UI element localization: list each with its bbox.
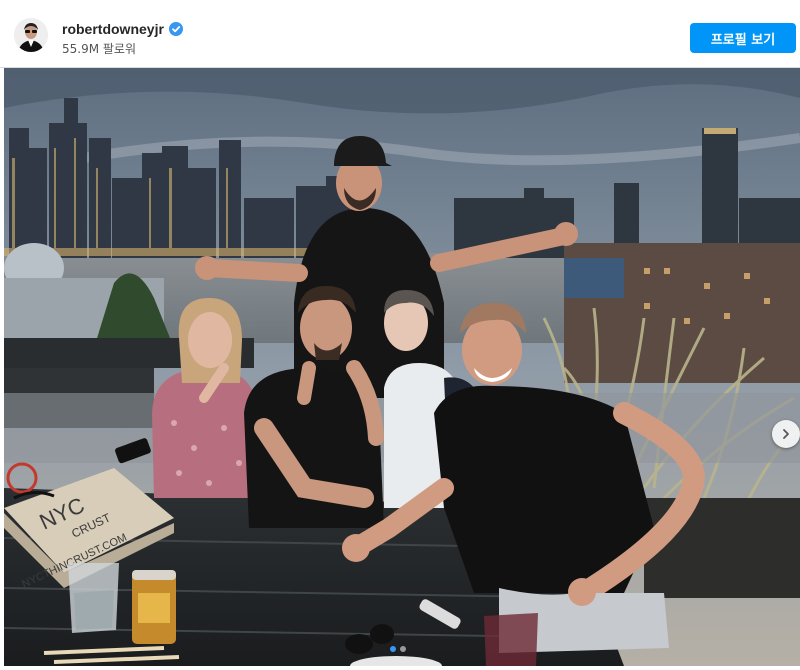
carousel-dot: [400, 646, 406, 652]
username-row: robertdowneyjr: [62, 21, 183, 37]
verified-badge-icon: [168, 22, 183, 36]
carousel-next-button[interactable]: [772, 420, 800, 448]
follower-count: 55.9M 팔로워: [62, 42, 137, 56]
post-photo[interactable]: NYC CRUST NYCTHINCRUST.COM: [4, 68, 800, 666]
view-profile-button[interactable]: 프로필 보기: [690, 23, 796, 53]
username-link[interactable]: robertdowneyjr: [62, 21, 164, 37]
post-header: robertdowneyjr 55.9M 팔로워 프로필 보기: [0, 0, 800, 68]
profile-avatar[interactable]: [14, 18, 48, 52]
carousel-indicator: [390, 646, 406, 652]
avatar-image: [14, 18, 48, 52]
photo-image: NYC CRUST NYCTHINCRUST.COM: [4, 68, 800, 666]
carousel-dot-active: [390, 646, 396, 652]
chevron-right-icon: [783, 429, 789, 439]
